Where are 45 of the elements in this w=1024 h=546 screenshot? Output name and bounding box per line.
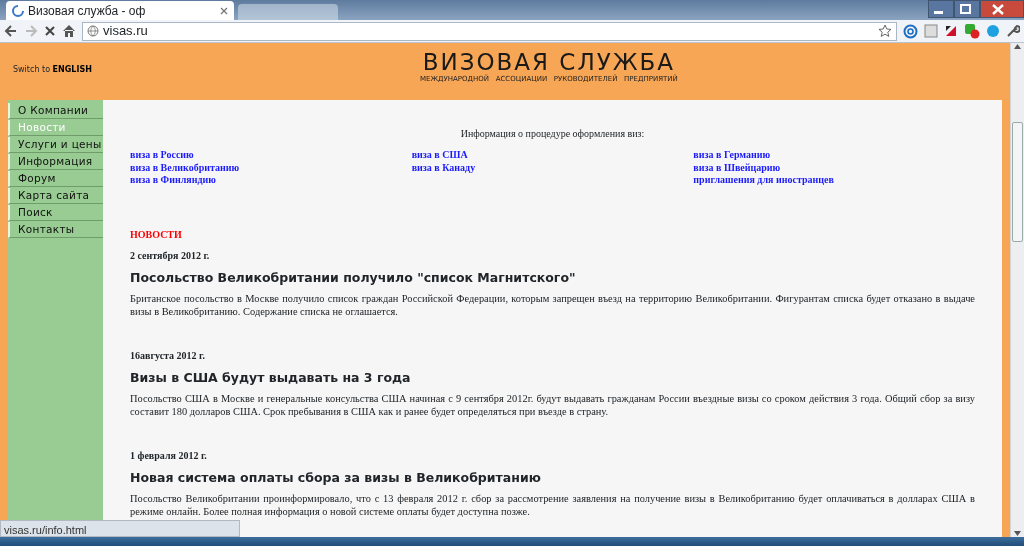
status-url: visas.ru/info.html xyxy=(0,520,240,537)
news-text: Посольство США в Москве и генеральные консульства США начиная с 9 сентября 2012г. будут выдавать гражданам России въездные визы со сроком действия 3 года. Общий сбор за визу составит 180 долларов США. Срок пребывания в США как и ранее будет определяться при въезде в страну. xyxy=(130,391,975,418)
news-date: 2 сентября 2012 г. xyxy=(130,249,211,262)
news-date: 16августа 2012 г. xyxy=(130,349,207,362)
visa-link[interactable]: виза в Финляндию xyxy=(130,174,216,187)
star-icon[interactable] xyxy=(878,24,892,38)
address-text: visas.ru xyxy=(103,22,148,41)
visa-link[interactable]: виза в Германию xyxy=(693,149,771,162)
sidebar-item[interactable]: Контакты xyxy=(8,222,103,238)
site-logo-title: ВИЗОВАЯ СЛУЖБА xyxy=(422,50,676,74)
home-icon[interactable] xyxy=(62,24,76,38)
news-title: Визы в США будут выдавать на 3 года xyxy=(130,369,412,386)
news-text: Британское посольство в Москве получило список граждан Российской Федерации, которым запрещен въезд на территорию Великобритании. Фигурантам списка будет отказано в выдаче визы в Великобританию. Содержание списка не оглашается. xyxy=(130,291,975,318)
visa-link[interactable]: виза в Великобританию xyxy=(130,161,240,174)
address-field[interactable]: visas.ru xyxy=(82,21,897,41)
sidebar-item[interactable]: Карта сайта xyxy=(8,188,103,204)
extension-icon[interactable] xyxy=(944,24,958,38)
scroll-thumb[interactable] xyxy=(1012,122,1023,242)
visa-link[interactable]: виза в Россию xyxy=(130,149,194,162)
news-date: 1 февраля 2012 г. xyxy=(130,449,208,462)
sidebar-item[interactable]: О Компании xyxy=(8,103,103,119)
language-link[interactable]: ENGLISH xyxy=(52,64,92,74)
visa-link[interactable]: виза в Канаду xyxy=(411,161,476,174)
news-title: Посольство Великобритании получило "список Магнитского" xyxy=(130,269,577,286)
sidebar-item[interactable]: Поиск xyxy=(8,205,103,221)
news-heading: НОВОСТИ xyxy=(130,227,183,242)
info-title: Информация о процедуре оформления виз: xyxy=(459,127,646,141)
visa-link[interactable]: виза в Швейцарию xyxy=(693,161,781,174)
news-title: Новая система оплаты сбора за визы в Великобританию xyxy=(130,469,542,486)
news-text: Посольство Великобритании проинформировало, что с 13 февраля 2012 г. сбор за рассмотрение заявления на получение визы в Великобританию будет оплачиваться в долларах США в режиме онлайн. Более полная информация о новой системе оплаты будет доступна позже. xyxy=(130,491,975,518)
wrench-icon[interactable] xyxy=(1006,24,1020,38)
sidebar-item[interactable]: Услуги и цены xyxy=(8,137,103,153)
visa-link[interactable]: виза в США xyxy=(411,149,468,162)
scrollbar[interactable] xyxy=(1010,43,1024,537)
sidebar-item[interactable]: Форум xyxy=(8,171,103,187)
tab-title: Визовая служба - оф xyxy=(28,2,147,20)
switch-label: Switch to xyxy=(13,64,52,74)
stop-icon[interactable] xyxy=(44,25,56,37)
browser-tab[interactable]: Визовая служба - оф xyxy=(6,1,234,20)
back-icon[interactable] xyxy=(4,24,18,38)
visa-link[interactable]: приглашения для иностранцев xyxy=(693,174,834,187)
globe-icon xyxy=(87,25,99,37)
loading-icon xyxy=(12,4,24,17)
sidebar-item[interactable]: Информация xyxy=(8,154,103,170)
close-icon[interactable] xyxy=(220,6,228,15)
